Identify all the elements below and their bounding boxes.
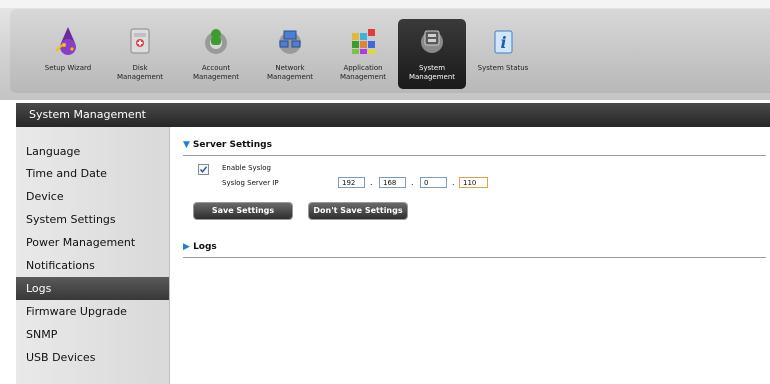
application-icon	[352, 29, 375, 54]
server-settings-header[interactable]: ▼ Server Settings	[183, 140, 272, 150]
nav-system-management[interactable]: System Management	[398, 19, 466, 89]
sidebar-item-label: System Settings	[26, 213, 116, 226]
ip-octet-3-input[interactable]: 0	[420, 177, 447, 188]
nav-disk-management[interactable]: Disk Management	[114, 19, 166, 89]
ip-separator: .	[370, 178, 373, 187]
top-edge	[0, 0, 770, 8]
sidebar-item-language[interactable]: Language	[16, 140, 169, 163]
ip-octet-1-input[interactable]: 192	[338, 177, 365, 188]
nav-label: System Management	[408, 64, 456, 81]
nav-label: Disk Management	[116, 64, 164, 81]
checkmark-icon	[199, 166, 208, 173]
section-divider	[183, 257, 766, 258]
enable-syslog-label: Enable Syslog	[222, 164, 271, 172]
sidebar-item-label: Notifications	[26, 259, 95, 272]
section-divider	[183, 155, 766, 156]
sidebar-item-label: Time and Date	[26, 167, 107, 180]
logs-heading: Logs	[193, 242, 217, 252]
ip-octet-4-input[interactable]: 110	[459, 177, 488, 188]
nav-label: Application Management	[339, 64, 387, 81]
info-icon: i	[494, 30, 513, 54]
nav-system-status[interactable]: i System Status	[474, 19, 532, 89]
nav-setup-wizard[interactable]: Setup Wizard	[40, 19, 96, 89]
nav-label: Account Management	[192, 64, 240, 81]
nav-network-management[interactable]: Network Management	[262, 19, 318, 89]
sidebar-item-system-settings[interactable]: System Settings	[16, 208, 169, 231]
sidebar-item-snmp[interactable]: SNMP	[16, 323, 169, 346]
sidebar-item-label: Power Management	[26, 236, 136, 249]
sidebar-item-device[interactable]: Device	[16, 185, 169, 208]
sidebar-item-label: SNMP	[26, 328, 58, 341]
wizard-icon	[55, 27, 76, 55]
sidebar-item-label: Device	[26, 190, 64, 203]
sidebar-item-notifications[interactable]: Notifications	[16, 254, 169, 277]
collapsed-triangle-icon: ▶	[183, 242, 190, 252]
nav-application-management[interactable]: Application Management	[334, 19, 392, 89]
network-icon	[279, 30, 301, 54]
logs-section-header[interactable]: ▶ Logs	[183, 242, 217, 252]
nav-label: Setup Wizard	[44, 64, 92, 72]
nav-account-management[interactable]: Account Management	[188, 19, 244, 89]
svg-text:i: i	[500, 33, 506, 52]
syslog-server-ip-label: Syslog Server IP	[222, 179, 279, 187]
sidebar: Language Time and Date Device System Set…	[16, 127, 170, 384]
nav-label: System Status	[477, 64, 529, 72]
account-icon	[205, 29, 227, 54]
sidebar-item-label: Logs	[26, 282, 52, 295]
main-content: ▼ Server Settings Enable Syslog Syslog Se…	[170, 127, 770, 384]
top-toolbar: Setup Wizard Disk Management Account Man…	[0, 0, 770, 100]
server-settings-heading: Server Settings	[192, 140, 272, 150]
enable-syslog-checkbox[interactable]	[198, 164, 209, 175]
sidebar-item-time-and-date[interactable]: Time and Date	[16, 162, 169, 185]
page-title-bar: System Management	[16, 103, 770, 127]
sidebar-item-label: USB Devices	[26, 351, 96, 364]
sidebar-item-label: Firmware Upgrade	[26, 305, 127, 318]
ip-octet-2-input[interactable]: 168	[379, 177, 406, 188]
sidebar-item-logs[interactable]: Logs	[16, 277, 169, 300]
ip-separator: .	[411, 178, 414, 187]
sidebar-item-label: Language	[26, 145, 81, 158]
system-icon	[421, 30, 443, 53]
expanded-triangle-icon: ▼	[183, 140, 190, 150]
sidebar-item-firmware-upgrade[interactable]: Firmware Upgrade	[16, 300, 169, 323]
ip-separator: .	[452, 178, 455, 187]
sidebar-item-usb-devices[interactable]: USB Devices	[16, 346, 169, 369]
save-settings-button[interactable]: Save Settings	[194, 203, 292, 219]
sidebar-item-power-management[interactable]: Power Management	[16, 231, 169, 254]
dont-save-settings-button[interactable]: Don't Save Settings	[309, 203, 407, 219]
disk-icon	[130, 28, 150, 54]
page-title: System Management	[29, 108, 146, 121]
nav-label: Network Management	[266, 64, 314, 81]
